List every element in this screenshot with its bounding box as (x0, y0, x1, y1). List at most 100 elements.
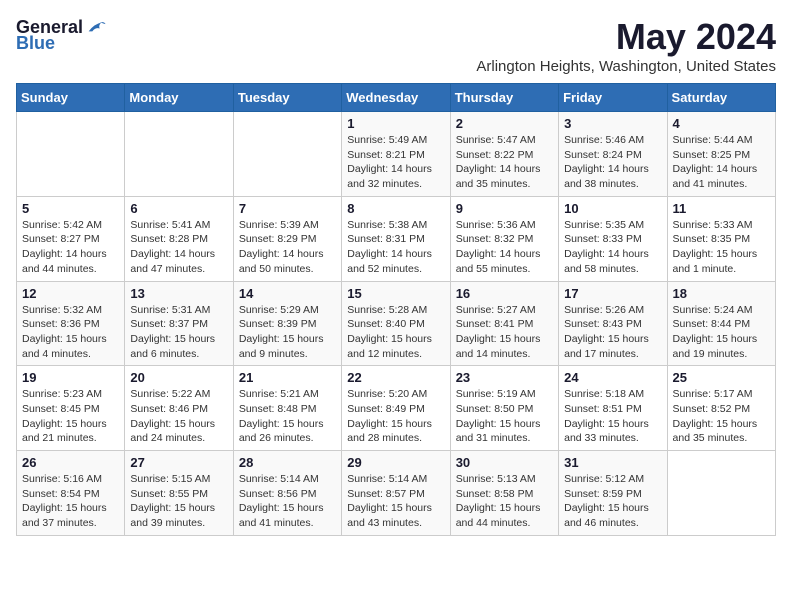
day-number: 24 (564, 370, 661, 385)
day-sun-info: Sunrise: 5:12 AM Sunset: 8:59 PM Dayligh… (564, 472, 661, 531)
day-number: 30 (456, 455, 553, 470)
day-of-week-header: Friday (559, 84, 667, 112)
calendar-day-cell: 17Sunrise: 5:26 AM Sunset: 8:43 PM Dayli… (559, 281, 667, 366)
day-sun-info: Sunrise: 5:38 AM Sunset: 8:31 PM Dayligh… (347, 218, 444, 277)
page-header: General Blue May 2024 Arlington Heights,… (16, 16, 776, 75)
calendar-day-cell: 8 Sunrise: 5:38 AM Sunset: 8:31 PM Daylig… (342, 196, 450, 281)
calendar-day-cell: 9 Sunrise: 5:36 AM Sunset: 8:32 PM Daylig… (450, 196, 558, 281)
calendar-day-cell: 12Sunrise: 5:32 AM Sunset: 8:36 PM Dayli… (17, 281, 125, 366)
day-sun-info: Sunrise: 5:22 AM Sunset: 8:46 PM Dayligh… (130, 387, 227, 446)
day-sun-info: Sunrise: 5:18 AM Sunset: 8:51 PM Dayligh… (564, 387, 661, 446)
calendar-header-row: SundayMondayTuesdayWednesdayThursdayFrid… (17, 84, 776, 112)
day-sun-info: Sunrise: 5:23 AM Sunset: 8:45 PM Dayligh… (22, 387, 119, 446)
day-number: 21 (239, 370, 336, 385)
day-number: 27 (130, 455, 227, 470)
day-number: 23 (456, 370, 553, 385)
calendar-day-cell: 19 Sunrise: 5:23 AM Sunset: 8:45 PM Dayli… (17, 366, 125, 451)
day-number: 4 (673, 116, 770, 131)
day-number: 5 (22, 201, 119, 216)
calendar-day-cell: 22 Sunrise: 5:20 AM Sunset: 8:49 PM Dayli… (342, 366, 450, 451)
day-number: 28 (239, 455, 336, 470)
calendar-day-cell: 1Sunrise: 5:49 AM Sunset: 8:21 PM Daylig… (342, 112, 450, 197)
calendar-day-cell: 6Sunrise: 5:41 AM Sunset: 8:28 PM Daylig… (125, 196, 233, 281)
day-number: 9 (456, 201, 553, 216)
day-sun-info: Sunrise: 5:17 AM Sunset: 8:52 PM Dayligh… (673, 387, 770, 446)
calendar-day-cell: 15 Sunrise: 5:28 AM Sunset: 8:40 PM Dayli… (342, 281, 450, 366)
calendar-day-cell: 25 Sunrise: 5:17 AM Sunset: 8:52 PM Dayli… (667, 366, 775, 451)
calendar-week-row: 1Sunrise: 5:49 AM Sunset: 8:21 PM Daylig… (17, 112, 776, 197)
day-sun-info: Sunrise: 5:29 AM Sunset: 8:39 PM Dayligh… (239, 303, 336, 362)
day-number: 26 (22, 455, 119, 470)
day-number: 17 (564, 286, 661, 301)
day-number: 3 (564, 116, 661, 131)
day-sun-info: Sunrise: 5:27 AM Sunset: 8:41 PM Dayligh… (456, 303, 553, 362)
calendar-day-cell (125, 112, 233, 197)
day-number: 19 (22, 370, 119, 385)
calendar-day-cell: 29 Sunrise: 5:14 AM Sunset: 8:57 PM Dayli… (342, 451, 450, 536)
day-sun-info: Sunrise: 5:33 AM Sunset: 8:35 PM Dayligh… (673, 218, 770, 277)
calendar-day-cell: 7Sunrise: 5:39 AM Sunset: 8:29 PM Daylig… (233, 196, 341, 281)
day-number: 8 (347, 201, 444, 216)
day-of-week-header: Thursday (450, 84, 558, 112)
calendar-day-cell: 11Sunrise: 5:33 AM Sunset: 8:35 PM Dayli… (667, 196, 775, 281)
calendar-day-cell (667, 451, 775, 536)
day-number: 13 (130, 286, 227, 301)
calendar-day-cell: 3 Sunrise: 5:46 AM Sunset: 8:24 PM Daylig… (559, 112, 667, 197)
day-sun-info: Sunrise: 5:36 AM Sunset: 8:32 PM Dayligh… (456, 218, 553, 277)
calendar-day-cell: 27 Sunrise: 5:15 AM Sunset: 8:55 PM Dayli… (125, 451, 233, 536)
day-of-week-header: Wednesday (342, 84, 450, 112)
calendar-day-cell: 20 Sunrise: 5:22 AM Sunset: 8:46 PM Dayli… (125, 366, 233, 451)
calendar-day-cell: 24 Sunrise: 5:18 AM Sunset: 8:51 PM Dayli… (559, 366, 667, 451)
day-number: 10 (564, 201, 661, 216)
calendar-day-cell: 21 Sunrise: 5:21 AM Sunset: 8:48 PM Dayli… (233, 366, 341, 451)
calendar-week-row: 12Sunrise: 5:32 AM Sunset: 8:36 PM Dayli… (17, 281, 776, 366)
day-of-week-header: Sunday (17, 84, 125, 112)
day-number: 22 (347, 370, 444, 385)
day-sun-info: Sunrise: 5:15 AM Sunset: 8:55 PM Dayligh… (130, 472, 227, 531)
calendar-day-cell: 16 Sunrise: 5:27 AM Sunset: 8:41 PM Dayli… (450, 281, 558, 366)
day-sun-info: Sunrise: 5:44 AM Sunset: 8:25 PM Dayligh… (673, 133, 770, 192)
logo-bird-icon (85, 16, 107, 38)
day-of-week-header: Tuesday (233, 84, 341, 112)
day-sun-info: Sunrise: 5:46 AM Sunset: 8:24 PM Dayligh… (564, 133, 661, 192)
day-number: 20 (130, 370, 227, 385)
day-number: 6 (130, 201, 227, 216)
calendar-week-row: 26 Sunrise: 5:16 AM Sunset: 8:54 PM Dayli… (17, 451, 776, 536)
calendar-table: SundayMondayTuesdayWednesdayThursdayFrid… (16, 83, 776, 536)
day-sun-info: Sunrise: 5:14 AM Sunset: 8:56 PM Dayligh… (239, 472, 336, 531)
day-sun-info: Sunrise: 5:19 AM Sunset: 8:50 PM Dayligh… (456, 387, 553, 446)
day-sun-info: Sunrise: 5:13 AM Sunset: 8:58 PM Dayligh… (456, 472, 553, 531)
calendar-day-cell: 13Sunrise: 5:31 AM Sunset: 8:37 PM Dayli… (125, 281, 233, 366)
day-sun-info: Sunrise: 5:24 AM Sunset: 8:44 PM Dayligh… (673, 303, 770, 362)
calendar-day-cell (233, 112, 341, 197)
day-sun-info: Sunrise: 5:49 AM Sunset: 8:21 PM Dayligh… (347, 133, 444, 192)
calendar-day-cell: 30 Sunrise: 5:13 AM Sunset: 8:58 PM Dayli… (450, 451, 558, 536)
day-sun-info: Sunrise: 5:16 AM Sunset: 8:54 PM Dayligh… (22, 472, 119, 531)
month-year-title: May 2024 (476, 16, 776, 58)
day-sun-info: Sunrise: 5:39 AM Sunset: 8:29 PM Dayligh… (239, 218, 336, 277)
day-number: 18 (673, 286, 770, 301)
day-sun-info: Sunrise: 5:28 AM Sunset: 8:40 PM Dayligh… (347, 303, 444, 362)
day-number: 15 (347, 286, 444, 301)
day-sun-info: Sunrise: 5:42 AM Sunset: 8:27 PM Dayligh… (22, 218, 119, 277)
day-number: 29 (347, 455, 444, 470)
calendar-day-cell (17, 112, 125, 197)
calendar-day-cell: 28 Sunrise: 5:14 AM Sunset: 8:56 PM Dayli… (233, 451, 341, 536)
title-area: May 2024 Arlington Heights, Washington, … (476, 16, 776, 75)
day-sun-info: Sunrise: 5:21 AM Sunset: 8:48 PM Dayligh… (239, 387, 336, 446)
day-number: 31 (564, 455, 661, 470)
day-of-week-header: Monday (125, 84, 233, 112)
calendar-day-cell: 2 Sunrise: 5:47 AM Sunset: 8:22 PM Daylig… (450, 112, 558, 197)
calendar-day-cell: 18 Sunrise: 5:24 AM Sunset: 8:44 PM Dayli… (667, 281, 775, 366)
calendar-week-row: 19 Sunrise: 5:23 AM Sunset: 8:45 PM Dayli… (17, 366, 776, 451)
calendar-day-cell: 23 Sunrise: 5:19 AM Sunset: 8:50 PM Dayli… (450, 366, 558, 451)
calendar-day-cell: 14 Sunrise: 5:29 AM Sunset: 8:39 PM Dayli… (233, 281, 341, 366)
day-number: 14 (239, 286, 336, 301)
day-number: 16 (456, 286, 553, 301)
day-sun-info: Sunrise: 5:20 AM Sunset: 8:49 PM Dayligh… (347, 387, 444, 446)
day-number: 2 (456, 116, 553, 131)
day-sun-info: Sunrise: 5:14 AM Sunset: 8:57 PM Dayligh… (347, 472, 444, 531)
logo-blue-text: Blue (16, 34, 55, 52)
day-sun-info: Sunrise: 5:47 AM Sunset: 8:22 PM Dayligh… (456, 133, 553, 192)
day-number: 25 (673, 370, 770, 385)
